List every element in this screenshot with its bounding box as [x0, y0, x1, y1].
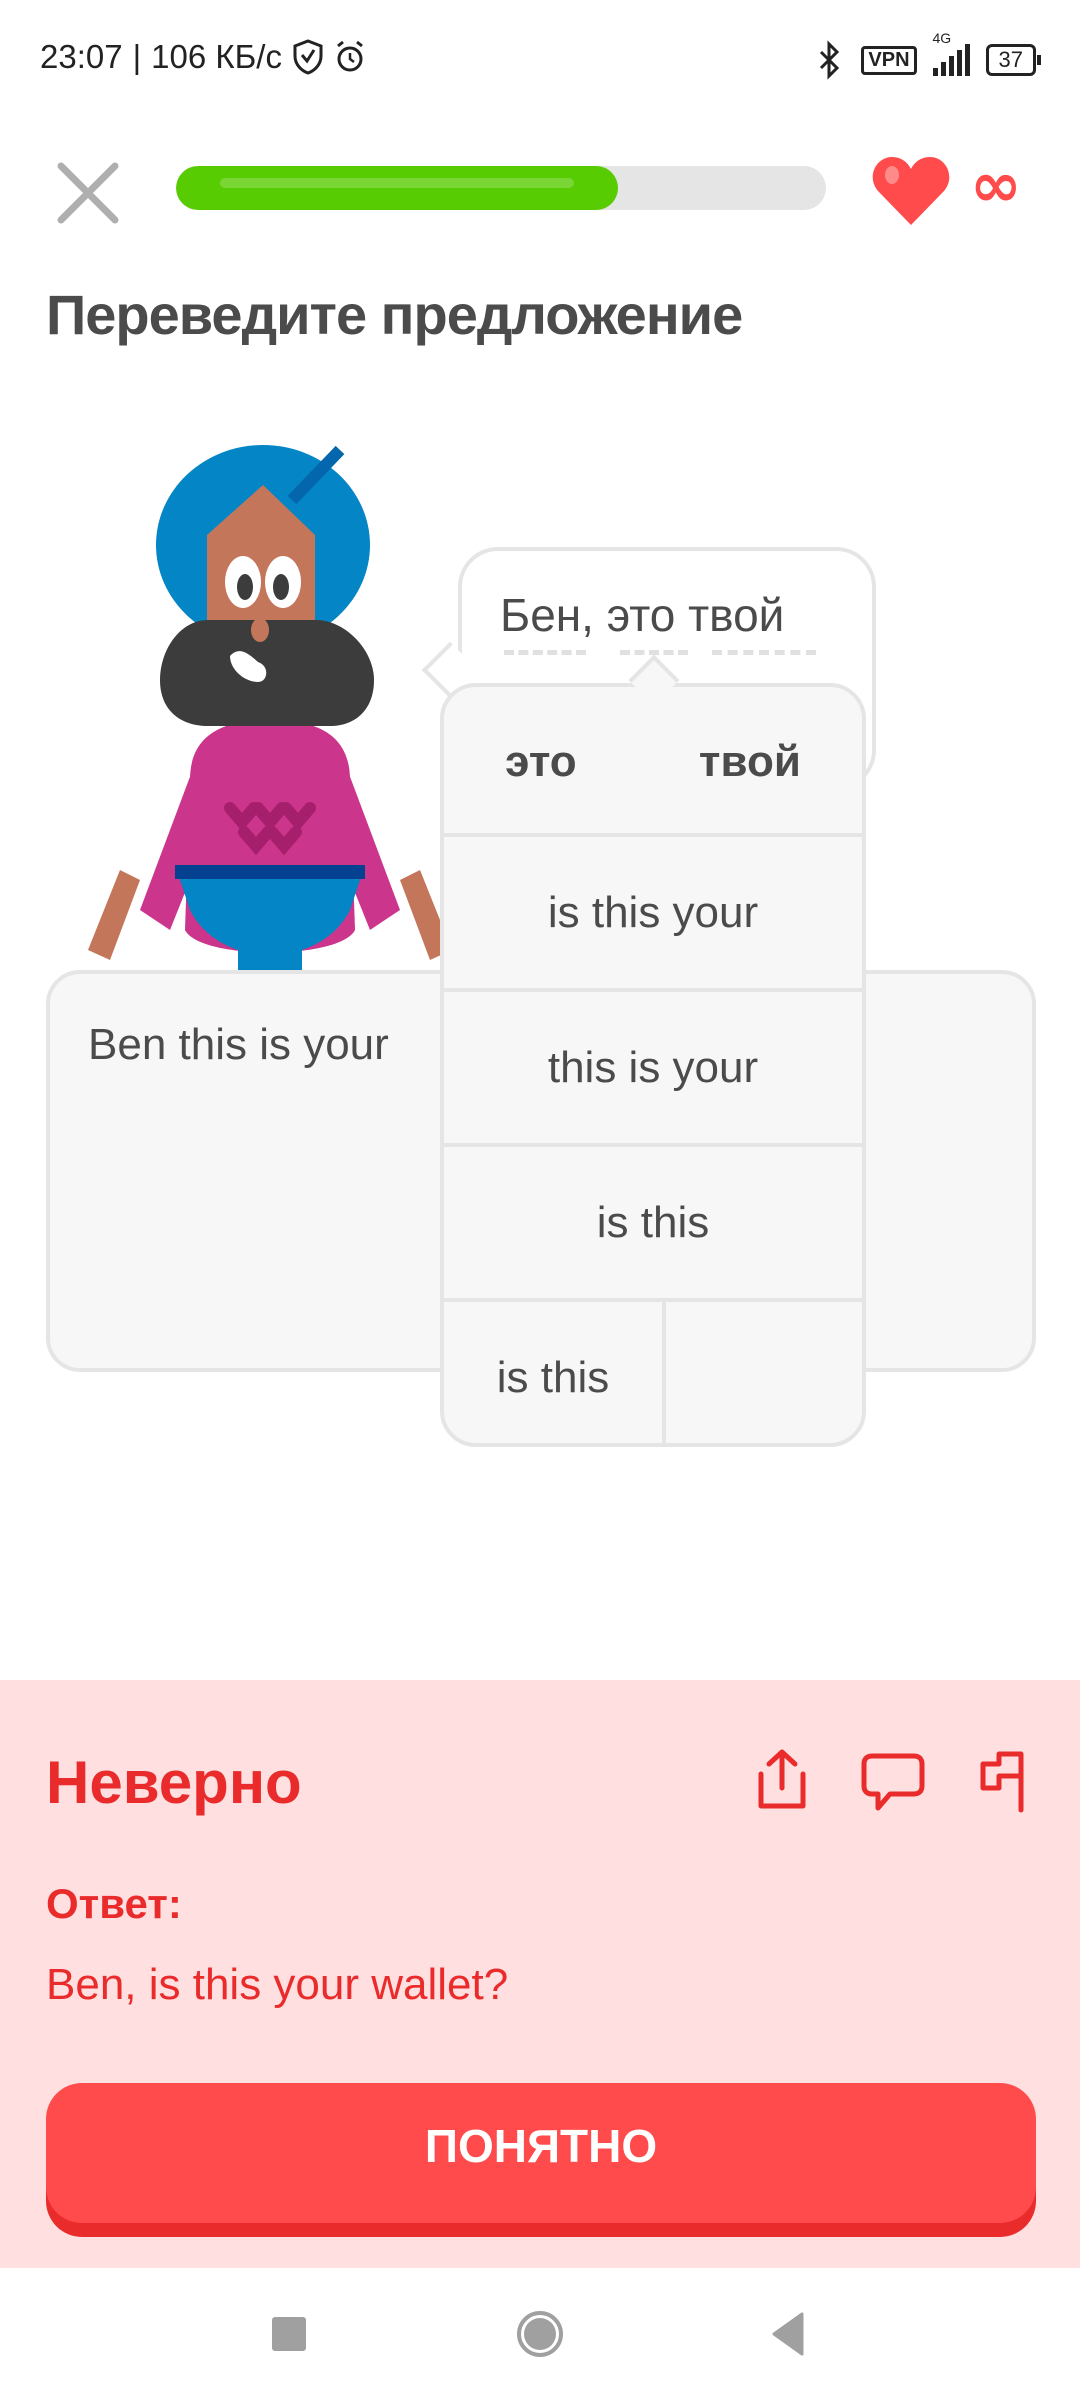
- hint-option[interactable]: is this: [444, 1143, 862, 1298]
- battery-indicator: 37: [985, 44, 1042, 76]
- hint-option[interactable]: this is your: [444, 988, 862, 1143]
- shield-check-icon: [293, 39, 323, 75]
- hint-header-word: это: [505, 737, 577, 786]
- back-button[interactable]: [770, 2312, 806, 2356]
- home-button[interactable]: [515, 2309, 565, 2359]
- network-speed: 106 КБ/с: [151, 38, 282, 75]
- character-illustration: [88, 445, 452, 970]
- alarm-icon: [337, 40, 363, 72]
- hint-option[interactable]: is this: [444, 1302, 666, 1443]
- network-type: 4G: [932, 30, 952, 46]
- hint-split-row: is this: [444, 1298, 862, 1443]
- hint-option[interactable]: is this your: [444, 833, 862, 988]
- page-title: Переведите предложение: [46, 283, 743, 346]
- feedback-title: Неверно: [46, 1749, 302, 1816]
- prompt-sentence[interactable]: Бен, это твой: [500, 588, 784, 642]
- close-icon[interactable]: [55, 160, 121, 226]
- bluetooth-icon: [820, 40, 840, 80]
- recents-button[interactable]: [272, 2317, 306, 2351]
- comment-icon[interactable]: [860, 1752, 926, 1812]
- report-flag-icon[interactable]: [975, 1748, 1031, 1814]
- heart-icon[interactable]: [870, 155, 952, 227]
- clock: 23:07: [40, 38, 123, 75]
- answer-input-value: Ben this is your: [88, 1020, 389, 1069]
- hearts-count: ∞: [970, 148, 1022, 221]
- hint-popup: это твой is this your this is your is th…: [440, 683, 866, 1447]
- progress-fill: [176, 166, 618, 210]
- status-bar-left: 23:07 | 106 КБ/с: [40, 38, 366, 76]
- separator: |: [132, 38, 142, 75]
- vpn-badge: VPN: [861, 45, 917, 75]
- lesson-progress-bar: [176, 166, 826, 210]
- hint-header-word: твой: [698, 737, 801, 786]
- word-underline: [712, 650, 816, 655]
- word-underline: [504, 650, 586, 655]
- hint-header: это твой: [444, 687, 862, 837]
- share-icon[interactable]: [755, 1748, 809, 1812]
- signal-indicator: 4G: [932, 30, 970, 76]
- continue-button[interactable]: ПОНЯТНО: [46, 2083, 1036, 2223]
- status-bar-right: VPN 4G 37: [815, 30, 1042, 80]
- answer-label: Ответ:: [46, 1880, 182, 1927]
- correct-answer: Ben, is this your wallet?: [46, 1960, 509, 2009]
